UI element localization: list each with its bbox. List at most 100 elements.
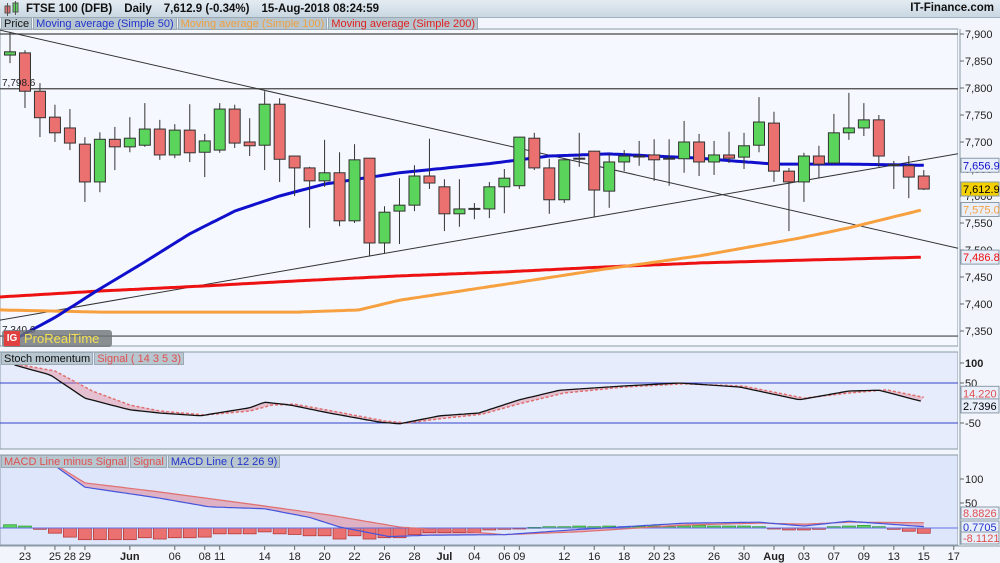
candle-bearish: [33, 90, 46, 119]
macd-histogram-bar: [167, 527, 182, 539]
date-tick-label: 23: [19, 551, 31, 563]
candle-bullish: [408, 175, 421, 206]
date-tick-label: 28: [408, 551, 420, 563]
date-tick-label: 07: [828, 551, 840, 563]
macd-histogram-bar: [48, 527, 62, 534]
candle-bullish: [738, 145, 751, 158]
macd-histogram-bar: [227, 527, 242, 535]
macd-histogram-bar: [317, 527, 332, 537]
price-legend: Price Moving average (Simple 50) Moving …: [1, 17, 479, 30]
date-tick-label: 04: [468, 551, 480, 563]
date-tick-label: 18: [288, 551, 300, 563]
candle-bullish: [498, 177, 511, 188]
date-tick-label: 22: [348, 551, 360, 563]
candle-bearish: [663, 157, 676, 160]
date-tick-label: 30: [738, 551, 750, 563]
macd-tick-label: 100: [965, 474, 983, 486]
candle-bearish: [333, 172, 346, 222]
candle-bullish: [378, 211, 391, 244]
legend-stoch[interactable]: Stoch momentum: [1, 352, 94, 365]
candle-bullish: [708, 154, 721, 163]
date-tick-label: Jul: [436, 551, 452, 563]
macd-histogram-bar: [63, 527, 77, 538]
date-tick-label: 09: [858, 551, 870, 563]
candle-bearish: [723, 154, 736, 159]
logo-text: ProRealTime: [24, 331, 100, 346]
macd-histogram-badge: -8.1121: [963, 533, 1000, 545]
date-tick-label: 14: [259, 551, 271, 563]
price-panel: [0, 28, 959, 347]
legend-macd-signal[interactable]: Signal: [130, 455, 167, 468]
macd-histogram-bar: [242, 527, 257, 535]
candle-bullish: [887, 164, 900, 167]
legend-ma100[interactable]: Moving average (Simple 100): [177, 17, 328, 30]
date-tick-label: 08: [199, 551, 211, 563]
macd-histogram-bar: [93, 527, 107, 541]
candle-bullish: [123, 137, 136, 148]
date-tick-label: 23: [663, 551, 675, 563]
macd-histogram-bar: [137, 527, 152, 539]
candle-bearish: [917, 175, 930, 190]
candle-bearish: [588, 150, 601, 191]
date-tick-label: 26: [378, 551, 390, 563]
candle-bearish: [243, 141, 256, 147]
legend-macd-line[interactable]: MACD Line ( 12 26 9): [167, 455, 281, 468]
candle-bullish: [168, 129, 181, 156]
candle-bearish: [303, 167, 316, 182]
date-tick-label: 17: [948, 551, 960, 563]
price-tick-label: 7,900: [965, 29, 993, 41]
candle-bullish: [842, 127, 855, 134]
candle-bullish: [797, 155, 810, 183]
price-tick-label: 7,350: [965, 326, 993, 338]
macd-legend: MACD Line minus Signal Signal MACD Line …: [1, 455, 281, 468]
candle-bullish: [483, 186, 496, 210]
price-tick-label: 7,400: [965, 299, 993, 311]
macd-histogram-bar: [182, 527, 197, 539]
price-tick-label: 7,750: [965, 110, 993, 122]
macd-histogram-bar: [287, 527, 302, 535]
legend-macd-hist[interactable]: MACD Line minus Signal: [1, 455, 130, 468]
ma50-value-badge: 7,656.9: [963, 160, 1000, 172]
candle-bullish: [4, 51, 16, 56]
level-label: 7,798.6: [2, 78, 36, 89]
candle-bearish: [273, 103, 286, 160]
candle-bearish: [528, 137, 541, 169]
candle-bullish: [393, 204, 406, 212]
candle-bullish: [513, 136, 526, 187]
ma200-value-badge: 7,486.8: [963, 252, 1000, 264]
macd-histogram-bar: [302, 527, 317, 537]
date-tick-label: 20: [648, 551, 660, 563]
macd-histogram-bar: [257, 527, 272, 533]
date-tick-label: 15: [918, 551, 930, 563]
legend-ma50[interactable]: Moving average (Simple 50): [33, 17, 177, 30]
candle-bullish: [138, 128, 151, 146]
candle-bearish: [812, 155, 825, 165]
date-tick-label: 06: [498, 551, 510, 563]
candle-bearish: [902, 165, 915, 178]
candle-bullish: [198, 140, 211, 153]
stoch-main-badge: 2.7396: [963, 401, 997, 413]
ma100-value-badge: 7,575.0: [963, 204, 1000, 216]
candle-bearish: [183, 129, 196, 154]
date-tick-label: 06: [169, 551, 181, 563]
price-tick-label: 7,800: [965, 83, 993, 95]
candle-bullish: [753, 121, 765, 146]
date-tick-label: 18: [618, 551, 630, 563]
date-tick-label: 16: [588, 551, 600, 563]
candle-bullish: [213, 108, 226, 151]
legend-ma200[interactable]: Moving average (Simple 200): [328, 17, 479, 30]
candle-bullish: [348, 159, 361, 222]
candle-bullish: [857, 119, 870, 129]
candle-bearish: [363, 157, 376, 244]
date-tick-label: 03: [798, 551, 810, 563]
stoch-legend: Stoch momentum Signal ( 14 3 5 3): [1, 352, 185, 365]
candle-bearish: [78, 143, 91, 183]
date-tick-label: Aug: [763, 551, 784, 563]
candle-bullish: [468, 207, 481, 210]
macd-histogram-bar: [332, 527, 347, 540]
candle-bullish: [318, 172, 331, 182]
chart-canvas[interactable]: 7,3507,4007,4507,5007,5507,6007,6507,700…: [0, 0, 1000, 563]
legend-price[interactable]: Price: [1, 17, 33, 30]
macd-histogram-bar: [108, 527, 122, 541]
legend-stoch-signal[interactable]: Signal ( 14 3 5 3): [94, 352, 184, 365]
